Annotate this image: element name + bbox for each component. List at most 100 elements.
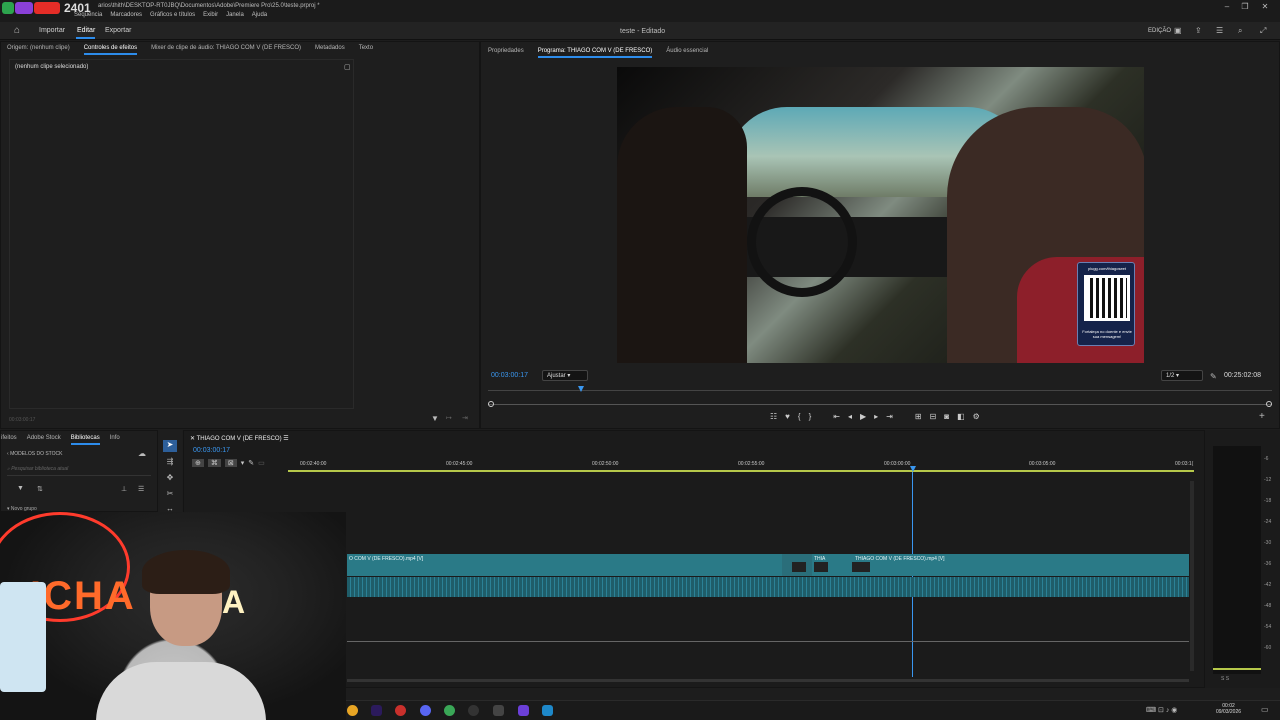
tab-import[interactable]: Importar	[39, 27, 65, 34]
menu-markers[interactable]: Marcadores	[110, 12, 142, 18]
time-ruler[interactable]: 00:02:40:00 00:02:45:00 00:02:50:00 00:0…	[288, 457, 1194, 472]
browser-icon[interactable]	[444, 705, 455, 716]
zoom-bar[interactable]	[488, 404, 1272, 405]
filter-icon[interactable]: ▼	[431, 414, 439, 423]
vscode-icon[interactable]	[542, 705, 553, 716]
timeline-wrench-icon[interactable]: ✎	[248, 459, 254, 467]
tab-adobe-stock[interactable]: Adobe Stock	[27, 435, 61, 445]
search-icon[interactable]: ⌕	[1238, 26, 1242, 36]
notifications-icon[interactable]: ▭	[1261, 705, 1269, 714]
video-clip[interactable]: THIAGO COM V (DE FRESCO).mp4 [V]	[852, 554, 1189, 576]
tab-info[interactable]: Info	[110, 435, 120, 445]
sort-icon[interactable]: ⇅	[37, 485, 43, 493]
program-timecode[interactable]: 00:03:00:17	[491, 372, 528, 379]
timeline-hscroll[interactable]	[347, 679, 1189, 682]
panel-icon[interactable]: ▣	[1174, 26, 1182, 35]
tab-essential-audio[interactable]: Áudio essencial	[666, 48, 708, 58]
tab-metadata[interactable]: Metadados	[315, 45, 345, 55]
library-search-input[interactable]: ⌕ Pesquisar biblioteca atual	[7, 466, 151, 476]
vivaldi-icon[interactable]	[395, 705, 406, 716]
expand-icon[interactable]: ▢	[344, 63, 351, 71]
settings-icon[interactable]: ⚙	[973, 412, 980, 421]
tray-icons[interactable]: ⌨ ⊡ ♪ ◉	[1146, 706, 1177, 714]
play-icon[interactable]: ▶	[860, 412, 866, 421]
camera-icon[interactable]: ◙	[944, 412, 949, 421]
selection-tool-icon[interactable]: ➤	[163, 440, 177, 452]
extract-icon[interactable]: ⊟	[930, 412, 937, 421]
tab-program[interactable]: Programa: THIAGO COM V (DE FRESCO)	[537, 48, 653, 58]
program-video-frame[interactable]	[617, 67, 1144, 363]
chrome-icon[interactable]	[347, 705, 358, 716]
share-icon[interactable]: ⇪	[1195, 26, 1202, 35]
menu-icon[interactable]: ☰	[1216, 26, 1223, 35]
home-icon[interactable]: ⌂	[14, 25, 20, 36]
menu-view[interactable]: Exibir	[203, 12, 218, 18]
resolution-select[interactable]: 1/2 ▾	[1161, 370, 1203, 381]
tab-source[interactable]: Origem: (nenhum clipe)	[7, 45, 70, 55]
list-view-icon[interactable]: ☰	[138, 485, 144, 493]
razor-tool-icon[interactable]: ✂	[163, 489, 177, 498]
menu-graphics[interactable]: Gráficos e títulos	[150, 12, 195, 18]
captions-icon[interactable]: ▭	[258, 459, 265, 467]
video-clip[interactable]: O COM V (DE FRESCO).mp4 [V]	[347, 554, 782, 576]
program-ruler[interactable]	[488, 390, 1272, 391]
render-icon[interactable]: ⇥	[462, 414, 468, 422]
video-clip[interactable]	[782, 554, 812, 576]
wrench-icon[interactable]: ✎	[1210, 372, 1217, 381]
tab-effect-controls[interactable]: Controles de efeitos	[83, 45, 138, 55]
fullscreen-icon[interactable]: ⤢	[1260, 26, 1266, 36]
add-marker-icon[interactable]: ♥	[785, 412, 790, 421]
audio-clip[interactable]	[347, 577, 1189, 597]
menu-sequence[interactable]: Sequência	[74, 12, 102, 18]
lift-icon[interactable]: ⊞	[915, 412, 922, 421]
discord-icon[interactable]	[420, 705, 431, 716]
app-grid-icon[interactable]	[518, 705, 529, 716]
zoom-handle-right[interactable]	[1266, 401, 1272, 407]
linked-selection-icon[interactable]: ⌘	[207, 459, 221, 467]
video-clip[interactable]: THIA	[812, 554, 852, 576]
tab-text[interactable]: Texto	[359, 45, 373, 55]
fit-select[interactable]: Ajustar ▾	[542, 370, 588, 381]
compare-icon[interactable]: ◧	[957, 412, 965, 421]
mark-in-icon[interactable]: {	[798, 412, 801, 421]
minimize-icon[interactable]: –	[1220, 2, 1234, 12]
premiere-icon[interactable]	[371, 705, 382, 716]
marker-list-icon[interactable]: ☷	[770, 412, 777, 421]
tab-properties[interactable]: Propriedades	[488, 48, 524, 58]
ripple-tool-icon[interactable]: ✥	[163, 473, 177, 482]
step-forward-icon[interactable]: ▸	[874, 412, 878, 421]
menu-help[interactable]: Ajuda	[252, 12, 267, 18]
add-marker-icon[interactable]: ▾	[241, 459, 245, 467]
tab-libraries[interactable]: Bibliotecas	[70, 435, 100, 445]
timeline-timecode[interactable]: 00:03:00:17	[193, 447, 230, 454]
menu-window[interactable]: Janela	[226, 12, 244, 18]
qr-code	[1084, 275, 1130, 321]
tab-export[interactable]: Exportar	[105, 27, 131, 34]
grid-view-icon[interactable]: ⊥	[121, 485, 127, 493]
maximize-icon[interactable]: ❐	[1238, 2, 1252, 12]
track-select-icon[interactable]: ⇶	[163, 457, 177, 466]
step-back-icon[interactable]: ◂	[848, 412, 852, 421]
clock[interactable]: 00:02 09/03/2026	[1216, 703, 1241, 715]
ruler-tick-label: 00:02:50:00	[592, 461, 619, 467]
tab-effects[interactable]: ifeitos	[1, 435, 17, 445]
add-button-icon[interactable]: +	[1259, 411, 1265, 422]
snap-icon[interactable]: ⊕	[192, 459, 204, 467]
stock-section[interactable]: ‹ MODELOS DO STOCK	[7, 451, 62, 457]
nest-icon[interactable]: ⊠	[224, 459, 237, 467]
tab-audio-mixer[interactable]: Mixer de clipe de áudio: THIAGO COM V (D…	[151, 45, 301, 55]
tab-edit[interactable]: Editar	[77, 27, 95, 34]
zoom-handle-left[interactable]	[488, 401, 494, 407]
mark-out-icon[interactable]: }	[809, 412, 812, 421]
export-icon[interactable]: ↦	[446, 414, 452, 422]
go-to-out-icon[interactable]: ⇥	[886, 412, 893, 421]
file-icon[interactable]	[493, 705, 504, 716]
workspace-label[interactable]: EDIÇÃO	[1148, 28, 1171, 34]
filter-icon[interactable]: ▼	[17, 485, 24, 492]
go-to-in-icon[interactable]: ⇤	[833, 412, 840, 421]
close-icon[interactable]: ✕	[1258, 2, 1272, 12]
obs-icon[interactable]	[468, 705, 479, 716]
sequence-tab[interactable]: ✕ THIAGO COM V (DE FRESCO) ☰	[190, 435, 289, 442]
timeline-vscroll[interactable]	[1190, 481, 1194, 671]
cloud-icon[interactable]: ☁	[138, 449, 146, 458]
